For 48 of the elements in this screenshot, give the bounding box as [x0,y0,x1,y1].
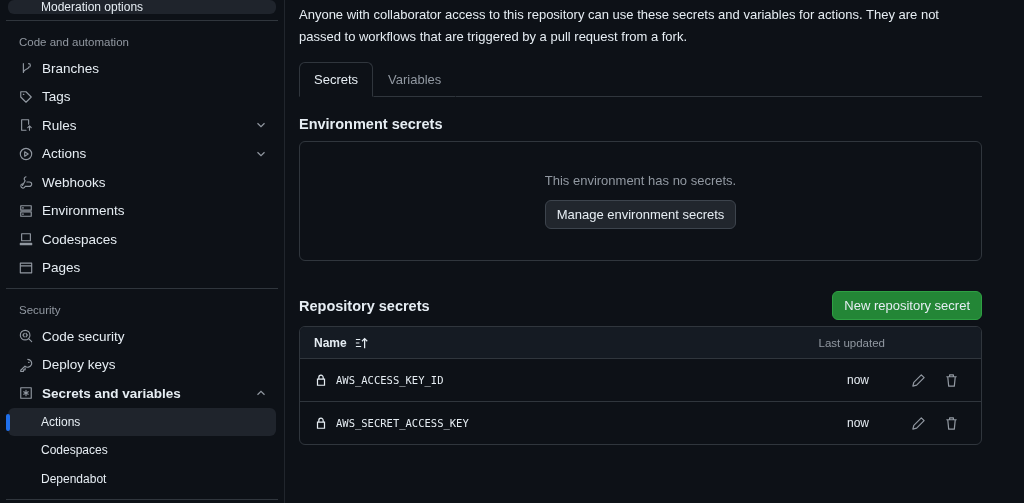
sidebar-item[interactable]: Code security [8,322,276,351]
secret-name: AWS_ACCESS_KEY_ID [336,374,444,386]
sidebar-item[interactable]: Deploy keys [8,350,276,379]
empty-message: This environment has no secrets. [544,173,737,188]
sidebar-item-icon [19,175,33,190]
sidebar-item-icon [19,329,33,344]
trash-icon[interactable] [944,415,959,431]
sort-icon[interactable] [354,335,369,350]
secret-name: AWS_SECRET_ACCESS_KEY [336,417,469,429]
updated-time: now [847,416,869,430]
updated-time: now [847,373,869,387]
sidebar-item[interactable]: Rules [8,111,276,140]
section-heading: Security [18,303,62,318]
sidebar-item[interactable]: Pages [8,253,276,282]
section-title: Repository secrets [299,297,430,314]
sidebar-item[interactable]: Environments [8,196,276,225]
pencil-icon[interactable] [911,415,926,431]
pencil-icon[interactable] [911,372,926,388]
sidebar-item[interactable]: Webhooks [8,168,276,197]
sidebar-item[interactable]: Actions [8,139,276,168]
sidebar-item-icon [19,118,33,133]
sidebar-item-icon [19,146,33,161]
sidebar-subitem[interactable]: Actions [8,407,276,436]
sidebar-item-icon [19,260,33,275]
sidebar-item-icon [19,386,33,401]
sidebar-subitem[interactable]: Dependabot [8,464,276,493]
sidebar-item[interactable]: Tags [8,82,276,111]
manage-button[interactable]: Manage environment secrets [544,200,737,229]
lock-icon [314,416,328,430]
column-header: Last updated [818,336,885,349]
sidebar-subitem[interactable]: Codespaces [8,436,276,465]
lock-icon [314,373,328,387]
sidebar-item-icon [19,89,33,104]
sidebar-item[interactable]: Secrets and variables [8,379,276,408]
sidebar-item[interactable]: Branches [8,54,276,83]
sidebar-item[interactable]: Moderation options [8,0,276,14]
sidebar-item-icon [19,357,33,372]
tab[interactable]: Secrets [299,62,374,97]
intro-text: Anyone with collaborator access to this repository can use these secrets and variables for actions. They are not passed to workflows that are triggered by a pull request from a fork. [299,6,940,46]
tab[interactable]: Variables [373,62,457,97]
column-header[interactable]: Name [314,335,347,350]
sidebar-item[interactable]: Codespaces [8,225,276,254]
section-title: Environment secrets [299,116,444,132]
section-heading: Code and automation [18,35,130,50]
new-secret-button[interactable]: New repository secret [832,291,982,320]
trash-icon[interactable] [944,372,959,388]
sidebar-item-icon [19,232,33,247]
sidebar-item-icon [19,203,33,218]
